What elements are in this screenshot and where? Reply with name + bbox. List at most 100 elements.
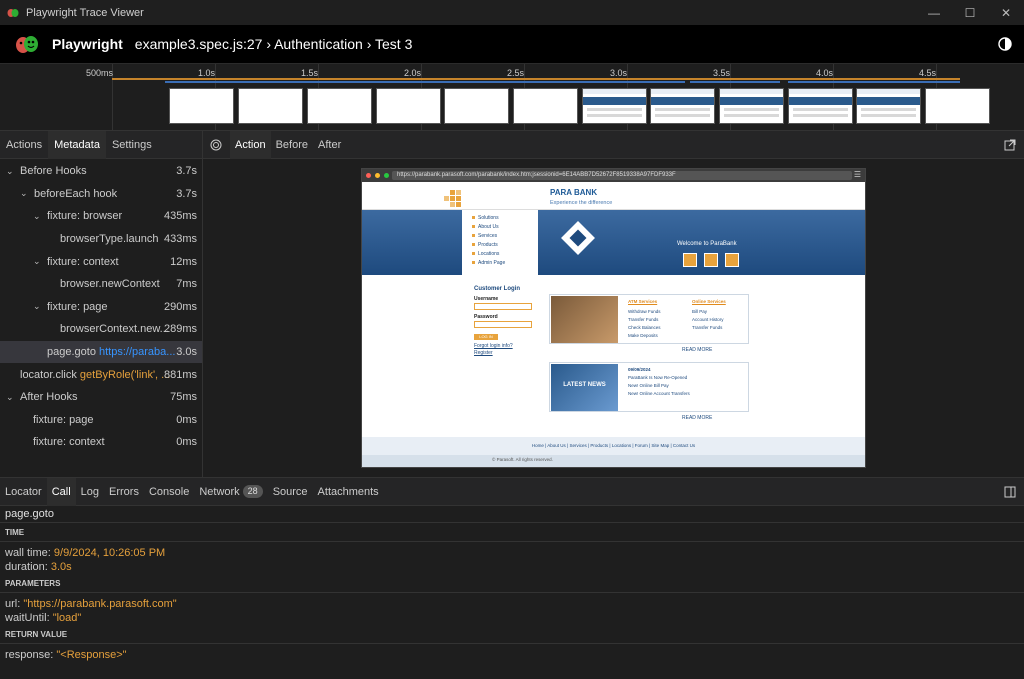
tree-item[interactable]: fixture: page 0ms bbox=[0, 409, 202, 432]
tab-errors[interactable]: Errors bbox=[104, 478, 144, 506]
login-button[interactable]: LOG IN bbox=[474, 334, 498, 340]
tab-call[interactable]: Call bbox=[46, 477, 76, 506]
tab-after[interactable]: After bbox=[313, 131, 346, 159]
register-link[interactable]: Register bbox=[474, 350, 532, 356]
chevron-down-icon[interactable]: ⌄ bbox=[33, 211, 43, 222]
network-count-badge: 28 bbox=[242, 485, 263, 498]
filmstrip-frame[interactable] bbox=[307, 88, 372, 124]
parabank-menu-item[interactable]: Products bbox=[472, 241, 532, 250]
snapshot-tabs: Action Before After bbox=[203, 130, 1024, 159]
chevron-down-icon[interactable]: ⌄ bbox=[33, 301, 43, 312]
tree-item[interactable]: ⌄ Before Hooks 3.7s bbox=[0, 160, 202, 183]
tree-item[interactable]: browser.newContext 7ms bbox=[0, 273, 202, 296]
filmstrip-frame[interactable] bbox=[376, 88, 441, 124]
tab-actions[interactable]: Actions bbox=[0, 131, 48, 159]
close-icon[interactable]: ✕ bbox=[988, 0, 1024, 25]
tree-item[interactable]: ⌄ fixture: browser 435ms bbox=[0, 205, 202, 228]
timeline-bar bbox=[165, 81, 685, 83]
duration-row: duration: 3.0s bbox=[5, 561, 72, 573]
details-tabs: Locator Call Log Errors Console Network 2… bbox=[0, 477, 1024, 506]
tree-item[interactable]: ⌄ beforeEach hook 3.7s bbox=[0, 183, 202, 206]
tab-metadata[interactable]: Metadata bbox=[48, 130, 106, 159]
browser-minimize-icon bbox=[375, 173, 380, 178]
online-services: Online Services Bill Pay Account History… bbox=[692, 299, 726, 330]
read-more-link[interactable]: READ MORE bbox=[682, 347, 712, 353]
chevron-down-icon[interactable]: ⌄ bbox=[33, 256, 43, 267]
atm-services: ATM Services Withdraw Funds Transfer Fun… bbox=[628, 299, 661, 338]
filmstrip-frame[interactable] bbox=[650, 88, 715, 124]
maximize-icon[interactable]: ☐ bbox=[952, 0, 988, 25]
tree-item[interactable]: ⌄ After Hooks 75ms bbox=[0, 386, 202, 409]
filmstrip-frame[interactable] bbox=[856, 88, 921, 124]
hero-band-left bbox=[362, 210, 462, 275]
tree-item[interactable]: fixture: context 0ms bbox=[0, 431, 202, 454]
filmstrip-frame[interactable] bbox=[513, 88, 578, 124]
tree-item[interactable]: ⌄ fixture: page 290ms bbox=[0, 296, 202, 319]
chevron-down-icon[interactable]: ⌄ bbox=[20, 188, 30, 199]
timeline[interactable]: 500ms 1.0s 1.5s 2.0s 2.5s 3.0s 3.5s 4.0s… bbox=[0, 64, 1024, 131]
parabank-menu-item[interactable]: Admin Page bbox=[472, 259, 532, 268]
parabank-copyright: © Parasoft. All rights reserved. bbox=[362, 455, 865, 467]
tab-action[interactable]: Action bbox=[230, 130, 271, 159]
tab-before[interactable]: Before bbox=[271, 131, 313, 159]
filmstrip-frame[interactable] bbox=[444, 88, 509, 124]
filmstrip-frame[interactable] bbox=[169, 88, 234, 124]
tab-settings[interactable]: Settings bbox=[106, 131, 158, 159]
news-card: LATEST NEWS 09/09/2024 ParaBank Is Now R… bbox=[549, 362, 749, 412]
tree-item[interactable]: browserContext.new... 289ms bbox=[0, 318, 202, 341]
app-header: Playwright example3.spec.js:27 › Authent… bbox=[0, 25, 1024, 64]
chevron-down-icon[interactable]: ⌄ bbox=[6, 392, 16, 403]
chevron-down-icon[interactable]: ⌄ bbox=[6, 166, 16, 177]
filmstrip-frame[interactable] bbox=[238, 88, 303, 124]
open-external-icon[interactable] bbox=[1004, 139, 1016, 151]
theme-toggle-icon[interactable] bbox=[998, 37, 1012, 51]
parabank-menu-item[interactable]: Services bbox=[472, 232, 532, 241]
timeline-tick: 500ms bbox=[86, 68, 114, 78]
tab-locator[interactable]: Locator bbox=[0, 478, 47, 506]
tab-console[interactable]: Console bbox=[144, 478, 194, 506]
news-list: 09/09/2024 ParaBank Is Now Re-Opened New… bbox=[628, 367, 690, 396]
tab-log[interactable]: Log bbox=[76, 478, 104, 506]
home-icon[interactable] bbox=[683, 253, 697, 267]
atm-image bbox=[551, 296, 618, 343]
tab-network[interactable]: Network 28 bbox=[194, 478, 267, 506]
parabank-menu-item[interactable]: Solutions bbox=[472, 214, 532, 223]
tab-attachments[interactable]: Attachments bbox=[313, 478, 384, 506]
url-param-row: url: "https://parabank.parasoft.com" bbox=[5, 598, 177, 610]
window-title-bar: Playwright Trace Viewer — ☐ ✕ bbox=[0, 0, 1024, 25]
password-input[interactable] bbox=[474, 321, 532, 328]
filmstrip-frame[interactable] bbox=[925, 88, 990, 124]
filmstrip-frame[interactable] bbox=[719, 88, 784, 124]
filmstrip-frame[interactable] bbox=[582, 88, 647, 124]
return-value-header: RETURN VALUE bbox=[0, 625, 1024, 644]
tree-item-selected[interactable]: page.goto https://paraba... 3.0s bbox=[0, 340, 202, 364]
browser-chrome: https://parabank.parasoft.com/parabank/i… bbox=[362, 169, 865, 182]
parabank-menu-item[interactable]: About Us bbox=[472, 223, 532, 232]
split-view-icon[interactable] bbox=[1004, 486, 1016, 498]
contact-icon[interactable] bbox=[725, 253, 739, 267]
tree-item[interactable]: locator.click getByRole('link', ... 881ms bbox=[0, 363, 202, 386]
tree-item[interactable]: browserType.launch 433ms bbox=[0, 228, 202, 251]
timeline-bar bbox=[112, 78, 960, 80]
tab-source[interactable]: Source bbox=[268, 478, 313, 506]
timeline-bar bbox=[788, 81, 960, 83]
customer-login: Customer Login Username Password LOG IN … bbox=[474, 286, 532, 356]
timeline-tick: 2.0s bbox=[404, 68, 422, 78]
playwright-logo-icon bbox=[16, 36, 38, 53]
parabank-footer: Home | About Us | Services | Products | … bbox=[362, 437, 865, 455]
tree-item[interactable]: ⌄ fixture: context 12ms bbox=[0, 250, 202, 273]
timeline-tick: 3.5s bbox=[713, 68, 731, 78]
welcome-text: Welcome to ParaBank bbox=[677, 241, 737, 247]
password-label: Password bbox=[474, 314, 498, 320]
parabank-menu-item[interactable]: Locations bbox=[472, 250, 532, 259]
read-more-link[interactable]: READ MORE bbox=[682, 415, 712, 421]
username-input[interactable] bbox=[474, 303, 532, 310]
about-icon[interactable] bbox=[704, 253, 718, 267]
target-icon[interactable] bbox=[210, 139, 222, 151]
filmstrip-frame[interactable] bbox=[788, 88, 853, 124]
time-header: TIME bbox=[0, 523, 1024, 542]
wall-time-row: wall time: 9/9/2024, 10:26:05 PM bbox=[5, 547, 166, 559]
parabank-header: PARA BANK Experience the difference bbox=[362, 182, 865, 210]
forgot-login-link[interactable]: Forgot login info? bbox=[474, 343, 532, 349]
minimize-icon[interactable]: — bbox=[916, 0, 952, 25]
